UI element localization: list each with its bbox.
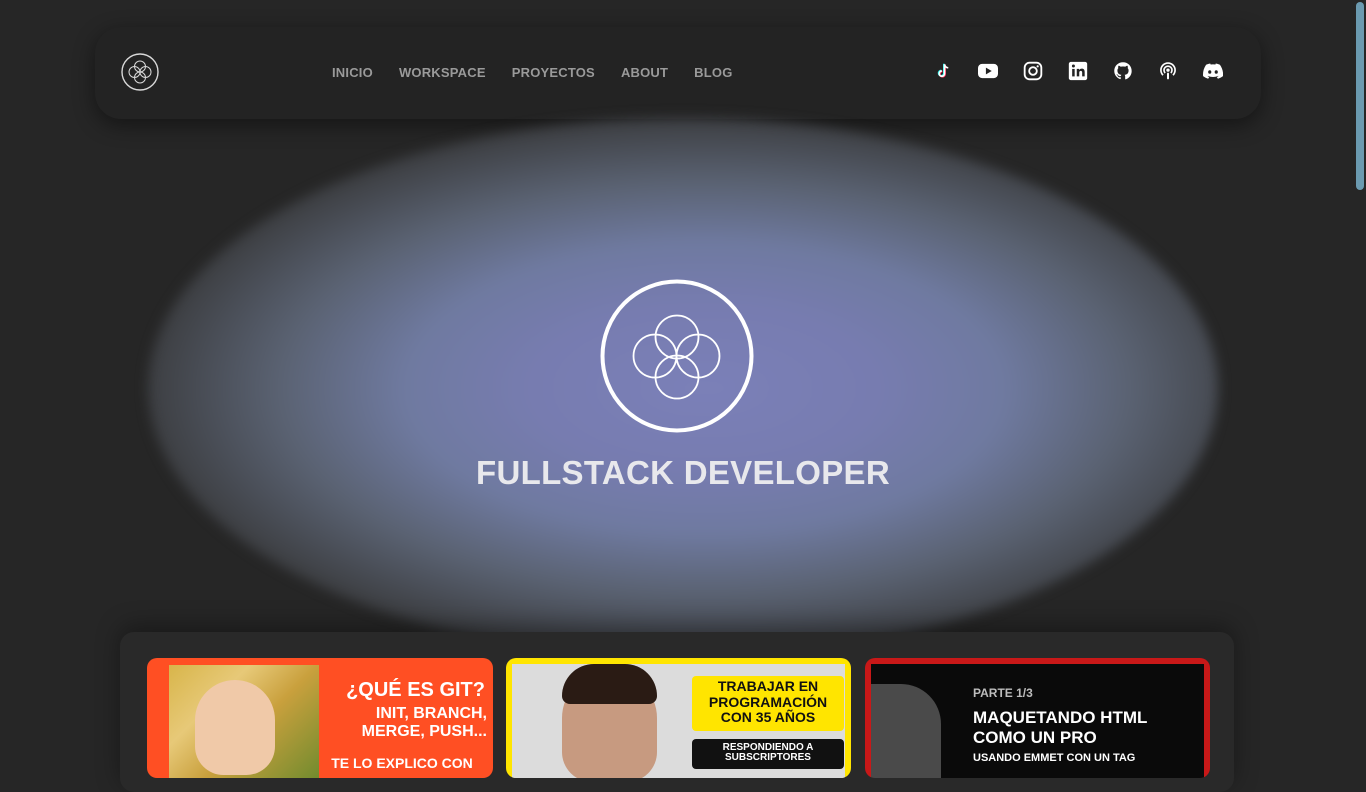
card-title: TRABAJAR EN PROGRAMACIÓN CON 35 AÑOS xyxy=(708,678,828,725)
nav-workspace[interactable]: WORKSPACE xyxy=(399,65,486,80)
github-icon[interactable] xyxy=(1113,61,1133,81)
scrollbar-thumb[interactable] xyxy=(1356,2,1364,190)
nav-inicio[interactable]: INICIO xyxy=(332,65,373,80)
thumbnail-image: TRABAJAR EN PROGRAMACIÓN CON 35 AÑOS RES… xyxy=(512,664,845,778)
card-badge: RESPONDIENDO A SUBSCRIPTORES xyxy=(692,739,844,769)
card-title: ¿QUÉ ES GIT? xyxy=(346,679,485,701)
thumbnail-image: PARTE 1/3 MAQUETANDO HTML COMO UN PRO US… xyxy=(871,664,1204,778)
thumbnail-hair xyxy=(562,664,657,704)
instagram-icon[interactable] xyxy=(1023,61,1043,81)
card-badge-text: RESPONDIENDO A SUBSCRIPTORES xyxy=(722,742,814,763)
card-title-box: TRABAJAR EN PROGRAMACIÓN CON 35 AÑOS xyxy=(692,676,844,731)
social-links xyxy=(933,61,1223,81)
card-part-label: PARTE 1/3 xyxy=(973,686,1033,700)
card-caption: TE LO EXPLICO CON xyxy=(331,755,473,771)
thumbnail-face xyxy=(871,684,941,778)
discord-icon[interactable] xyxy=(1203,61,1223,81)
video-card-git[interactable]: ¿QUÉ ES GIT? INIT, BRANCH, MERGE, PUSH..… xyxy=(147,658,493,778)
video-card-35-anos[interactable]: TRABAJAR EN PROGRAMACIÓN CON 35 AÑOS RES… xyxy=(506,658,851,778)
logo-icon[interactable] xyxy=(121,53,159,91)
video-card-html[interactable]: PARTE 1/3 MAQUETANDO HTML COMO UN PRO US… xyxy=(865,658,1210,778)
nav-about[interactable]: ABOUT xyxy=(621,65,668,80)
thumbnail-face xyxy=(195,680,275,775)
scrollbar-track[interactable] xyxy=(1354,0,1366,768)
card-subtitle: USANDO EMMET CON UN TAG xyxy=(973,752,1136,764)
youtube-icon[interactable] xyxy=(978,61,998,81)
navbar: INICIO WORKSPACE PROYECTOS ABOUT BLOG xyxy=(95,27,1261,119)
main-nav: INICIO WORKSPACE PROYECTOS ABOUT BLOG xyxy=(332,65,733,80)
hero-logo-icon xyxy=(600,279,754,433)
nav-blog[interactable]: BLOG xyxy=(694,65,732,80)
hero-title: FULLSTACK DEVELOPER xyxy=(476,454,890,491)
nav-proyectos[interactable]: PROYECTOS xyxy=(512,65,595,80)
card-title: MAQUETANDO HTML COMO UN PRO xyxy=(973,708,1148,747)
tiktok-icon[interactable] xyxy=(933,61,953,81)
podcast-icon[interactable] xyxy=(1158,61,1178,81)
linkedin-icon[interactable] xyxy=(1068,61,1088,81)
card-subtitle: INIT, BRANCH, MERGE, PUSH... xyxy=(361,705,487,740)
